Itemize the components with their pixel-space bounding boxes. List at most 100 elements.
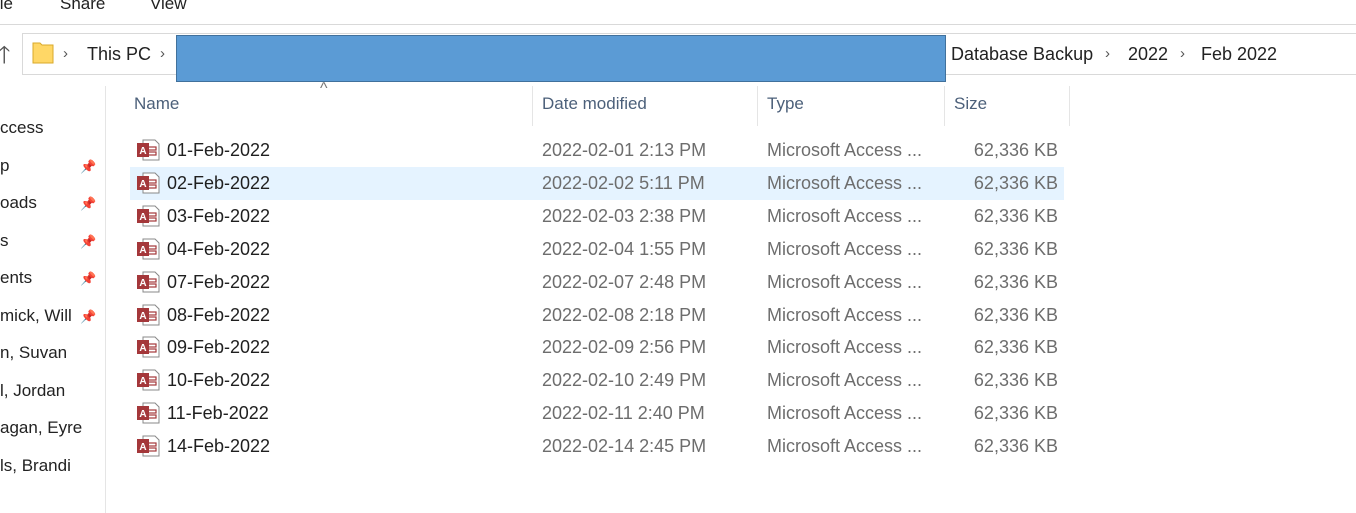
column-header-size[interactable]: Size xyxy=(954,94,987,114)
sidebar-item-label: l, Jordan xyxy=(0,380,66,400)
sidebar-item[interactable]: oads 📌 xyxy=(0,189,104,219)
file-type: Microsoft Access ... xyxy=(767,238,923,259)
access-file-icon: A xyxy=(137,402,160,424)
column-header-date[interactable]: Date modified xyxy=(542,94,647,114)
file-type: Microsoft Access ... xyxy=(767,271,923,292)
file-name: 08-Feb-2022 xyxy=(167,304,271,325)
column-header-type[interactable]: Type xyxy=(767,94,804,114)
chevron-right-icon[interactable]: › xyxy=(1105,45,1110,62)
file-date-modified: 2022-02-09 2:56 PM xyxy=(542,337,707,358)
file-date-modified: 2022-02-07 2:48 PM xyxy=(542,271,707,292)
file-size: 62,336 KB xyxy=(973,271,1058,292)
column-divider[interactable] xyxy=(757,86,758,126)
file-date-modified: 2022-02-10 2:49 PM xyxy=(542,370,707,391)
file-row[interactable]: A 03-Feb-2022 2022-02-03 2:38 PM Microsoft … xyxy=(130,200,1064,233)
pin-icon[interactable]: 📌 xyxy=(80,196,96,212)
sidebar-item-label: oads xyxy=(0,193,37,212)
file-row[interactable]: A 01-Feb-2022 2022-02-01 2:13 PM Microsoft … xyxy=(130,134,1064,167)
file-name: 11-Feb-2022 xyxy=(167,403,269,424)
file-row[interactable]: A 08-Feb-2022 2022-02-08 2:18 PM Microsoft … xyxy=(130,299,1064,332)
access-file-icon: A xyxy=(137,238,160,260)
file-type: Microsoft Access ... xyxy=(767,304,923,325)
file-size: 62,336 KB xyxy=(973,304,1058,325)
sidebar-item[interactable]: p 📌 xyxy=(0,152,104,182)
file-size: 62,336 KB xyxy=(973,436,1058,457)
sidebar-item[interactable]: mick, Will 📌 xyxy=(0,302,104,332)
file-row[interactable]: A 09-Feb-2022 2022-02-09 2:56 PM Microsoft … xyxy=(130,331,1064,364)
svg-text:A: A xyxy=(139,442,146,453)
crumb-2022[interactable]: 2022 xyxy=(1128,44,1168,65)
column-divider[interactable] xyxy=(944,86,945,126)
access-file-icon: A xyxy=(137,271,160,293)
breadcrumb[interactable]: › This PC › Database Backup › 2022 › Feb… xyxy=(22,33,1356,82)
file-row[interactable]: A 10-Feb-2022 2022-02-10 2:49 PM Microsoft … xyxy=(130,364,1064,397)
file-size: 62,336 KB xyxy=(973,238,1058,259)
access-file-icon: A xyxy=(137,435,160,457)
up-arrow-icon[interactable]: 🡑 xyxy=(0,38,10,79)
column-divider[interactable] xyxy=(532,86,533,126)
sidebar-item[interactable]: agan, Eyre xyxy=(0,414,104,444)
sidebar-item[interactable]: s 📌 xyxy=(0,227,104,257)
file-size: 62,336 KB xyxy=(973,337,1058,358)
file-row[interactable]: A 04-Feb-2022 2022-02-04 1:55 PM Microsoft … xyxy=(130,233,1064,266)
file-type: Microsoft Access ... xyxy=(767,140,923,160)
sidebar-item-label: mick, Will xyxy=(0,305,72,325)
sidebar-item[interactable]: l, Jordan xyxy=(0,377,104,407)
file-date-modified: 2022-02-01 2:13 PM xyxy=(542,140,707,160)
crumb-database-backup[interactable]: Database Backup xyxy=(951,44,1093,65)
chevron-right-icon[interactable]: › xyxy=(1180,45,1185,62)
chevron-right-icon[interactable]: › xyxy=(63,45,68,62)
crumb-this-pc[interactable]: This PC xyxy=(87,44,151,65)
access-file-icon: A xyxy=(137,336,160,358)
menu-view[interactable]: View xyxy=(150,0,187,14)
file-type: Microsoft Access ... xyxy=(767,337,923,358)
file-row[interactable]: A 07-Feb-2022 2022-02-07 2:48 PM Microsoft … xyxy=(130,266,1064,299)
file-type: Microsoft Access ... xyxy=(767,172,923,193)
file-name: 02-Feb-2022 xyxy=(167,172,271,193)
sidebar-item-label: ents xyxy=(0,268,33,287)
file-type: Microsoft Access ... xyxy=(767,403,923,424)
menu-file[interactable]: ile xyxy=(0,0,13,14)
column-divider[interactable] xyxy=(1069,86,1070,126)
sidebar-item[interactable]: ls, Brandi xyxy=(0,452,104,482)
column-header-name[interactable]: Name xyxy=(134,94,179,114)
svg-text:A: A xyxy=(139,376,146,387)
file-date-modified: 2022-02-02 5:11 PM xyxy=(542,172,705,193)
pin-icon[interactable]: 📌 xyxy=(80,309,96,325)
file-row[interactable]: A 11-Feb-2022 2022-02-11 2:40 PM Microsoft … xyxy=(130,397,1064,430)
sidebar-item-label: ls, Brandi xyxy=(0,455,71,475)
svg-text:A: A xyxy=(139,179,146,190)
sidebar-item[interactable]: ccess xyxy=(0,114,104,144)
sort-ascending-icon: ^ xyxy=(320,80,328,97)
file-date-modified: 2022-02-04 1:55 PM xyxy=(542,238,707,259)
column-headers: ^ Name Date modified Type Size xyxy=(106,80,1356,126)
file-name: 03-Feb-2022 xyxy=(167,205,271,226)
sidebar-item-label: ccess xyxy=(0,118,44,137)
file-row[interactable]: A 02-Feb-2022 2022-02-02 5:11 PM Microsoft … xyxy=(130,166,1064,200)
pin-icon[interactable]: 📌 xyxy=(80,271,96,287)
access-file-icon: A xyxy=(137,139,160,161)
sidebar-item-label: n, Suvan xyxy=(0,343,68,362)
crumb-feb-2022[interactable]: Feb 2022 xyxy=(1201,44,1277,65)
file-name: 14-Feb-2022 xyxy=(167,436,271,457)
svg-text:A: A xyxy=(139,409,146,420)
file-size: 62,336 KB xyxy=(973,172,1058,193)
file-date-modified: 2022-02-03 2:38 PM xyxy=(542,205,707,226)
access-file-icon: A xyxy=(137,205,160,227)
svg-text:A: A xyxy=(139,146,146,157)
file-date-modified: 2022-02-14 2:45 PM xyxy=(542,436,707,457)
menu-share[interactable]: Share xyxy=(60,0,105,14)
chevron-right-icon[interactable]: › xyxy=(160,45,165,62)
file-row[interactable]: A 14-Feb-2022 2022-02-14 2:45 PM Microsoft … xyxy=(130,430,1064,463)
file-size: 62,336 KB xyxy=(973,140,1058,160)
sidebar-item[interactable]: n, Suvan xyxy=(0,339,104,369)
file-type: Microsoft Access ... xyxy=(767,370,923,391)
file-name: 07-Feb-2022 xyxy=(167,271,271,292)
sidebar-item-label: s xyxy=(0,230,9,250)
pin-icon[interactable]: 📌 xyxy=(80,234,96,250)
svg-text:A: A xyxy=(139,278,146,289)
file-date-modified: 2022-02-11 2:40 PM xyxy=(542,403,705,424)
sidebar-item[interactable]: ents 📌 xyxy=(0,264,104,294)
file-size: 62,336 KB xyxy=(973,370,1058,391)
pin-icon[interactable]: 📌 xyxy=(80,159,96,175)
